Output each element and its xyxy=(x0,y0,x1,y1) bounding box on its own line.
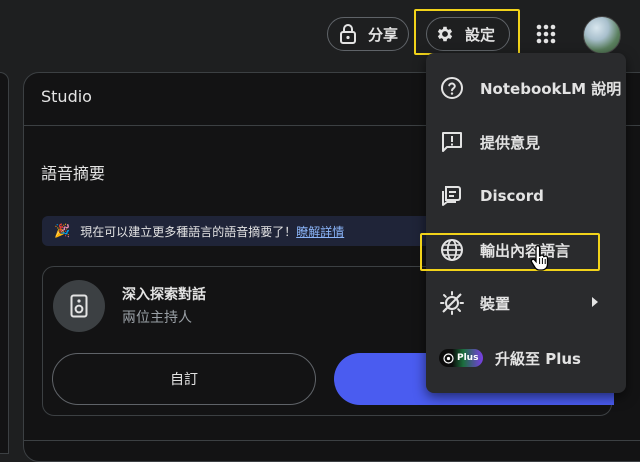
share-label: 分享 xyxy=(368,25,399,44)
language-banner: 🎉 現在可以建立更多種語言的語音摘要了！ 瞭解詳情 xyxy=(42,216,462,246)
banner-text: 現在可以建立更多種語言的語音摘要了！ xyxy=(80,224,297,239)
card-subtitle: 兩位主持人 xyxy=(122,310,192,326)
speaker-icon xyxy=(53,280,105,332)
feedback-icon xyxy=(439,129,465,155)
apps-grid-icon[interactable] xyxy=(535,23,557,45)
lock-icon xyxy=(338,24,358,44)
audio-overview-title: 語音摘要 xyxy=(41,164,106,183)
menu-item-feedback[interactable]: 提供意見 xyxy=(426,124,626,160)
menu-item-label: NotebookLM 說明 xyxy=(480,79,622,98)
settings-menu: NotebookLM 說明 提供意見 Discord 輸出內容語言 裝置 Plu… xyxy=(426,53,626,393)
help-circle-icon xyxy=(439,75,465,101)
card-title: 深入探索對話 xyxy=(122,287,206,303)
hand-cursor-icon xyxy=(530,245,550,271)
studio-title: Studio xyxy=(41,87,92,106)
plus-badge: Plus xyxy=(439,349,483,367)
menu-item-discord[interactable]: Discord xyxy=(426,178,626,214)
menu-item-label: 提供意見 xyxy=(480,133,541,152)
device-icon xyxy=(439,290,465,316)
party-popper-icon: 🎉 xyxy=(54,223,71,239)
menu-item-label: 裝置 xyxy=(480,294,511,313)
output-language-highlight-box xyxy=(420,233,600,271)
plus-badge-label: Plus xyxy=(457,353,479,363)
settings-highlight-box xyxy=(414,9,520,55)
share-button[interactable]: 分享 xyxy=(327,17,409,51)
menu-item-help[interactable]: NotebookLM 說明 xyxy=(426,70,626,106)
menu-item-label: Discord xyxy=(480,187,544,205)
studio-bottom-divider xyxy=(24,440,640,441)
learn-more-link[interactable]: 瞭解詳情 xyxy=(296,223,344,240)
menu-item-label: 升級至 Plus xyxy=(495,349,581,368)
left-panel-edge xyxy=(0,72,9,454)
menu-item-upgrade-plus[interactable]: Plus 升級至 Plus xyxy=(426,340,626,376)
chevron-right-icon xyxy=(590,295,600,313)
customize-button[interactable]: 自訂 xyxy=(52,353,316,405)
avatar[interactable] xyxy=(583,16,621,54)
discord-icon xyxy=(439,183,465,209)
menu-item-device[interactable]: 裝置 xyxy=(426,285,626,321)
